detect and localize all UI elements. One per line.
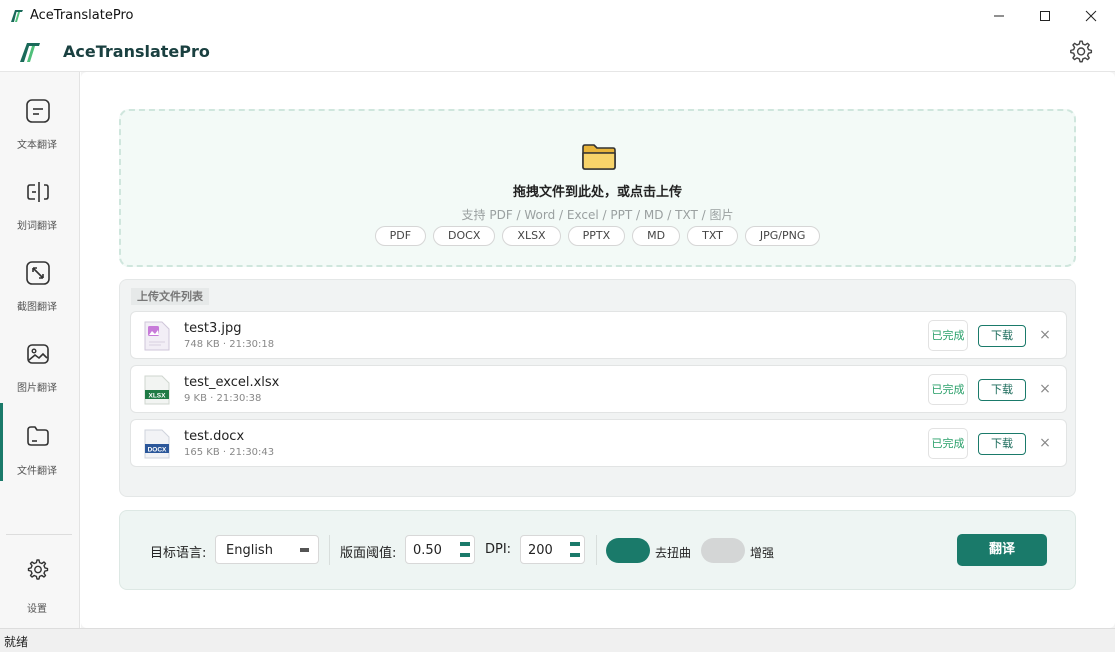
target-lang-label: 目标语言: bbox=[150, 546, 207, 561]
file-row: DOCX test.docx 165 KB · 21:30:43 已完成 下载 … bbox=[130, 419, 1067, 467]
maximize-button[interactable] bbox=[1022, 0, 1068, 32]
format-chip: MD bbox=[632, 226, 681, 246]
folder-icon bbox=[27, 426, 49, 446]
file-row: test3.jpg 748 KB · 21:30:18 已完成 下载 × bbox=[130, 311, 1067, 359]
sidebar: 文本翻译 划词翻译 截图翻译 图片翻译 文件翻译 设置 bbox=[0, 72, 80, 628]
minimize-button[interactable] bbox=[976, 0, 1022, 32]
threshold-label: 版面阈值: bbox=[340, 546, 397, 561]
sidebar-item-label: 截图翻译 bbox=[17, 302, 57, 313]
file-meta: 165 KB · 21:30:43 bbox=[184, 447, 275, 458]
status-bar: 就绪 bbox=[0, 628, 1115, 652]
target-lang-select[interactable]: English bbox=[215, 535, 319, 564]
app-logo-icon bbox=[11, 10, 23, 22]
sidebar-divider bbox=[6, 534, 72, 535]
maximize-icon bbox=[1040, 11, 1050, 21]
minimize-icon bbox=[994, 15, 1004, 17]
dropzone-title: 拖拽文件到此处，或点击上传 bbox=[512, 185, 682, 200]
window-title: AceTranslatePro bbox=[30, 8, 134, 23]
remove-file-button[interactable]: × bbox=[1037, 378, 1053, 400]
dropzone-subtitle: 支持 PDF / Word / Excel / PPT / MD / TXT /… bbox=[461, 208, 734, 222]
app-title: AceTranslatePro bbox=[63, 42, 210, 61]
divider bbox=[596, 535, 597, 565]
format-chip: TXT bbox=[687, 226, 738, 246]
status-badge: 已完成 bbox=[928, 320, 968, 351]
upload-dropzone[interactable]: 拖拽文件到此处，或点击上传 支持 PDF / Word / Excel / PP… bbox=[119, 109, 1076, 267]
status-badge: 已完成 bbox=[928, 428, 968, 459]
target-lang-value: English bbox=[226, 543, 273, 558]
xlsx-file-icon: XLSX bbox=[144, 375, 170, 405]
remove-file-button[interactable]: × bbox=[1037, 432, 1053, 454]
options-bar: 目标语言: English 版面阈值: 0.50 DPI: 200 去扭曲 增强… bbox=[119, 510, 1076, 590]
file-name: test3.jpg bbox=[184, 321, 242, 336]
app-logo-icon bbox=[20, 43, 40, 62]
text-cursor-icon bbox=[27, 182, 49, 202]
dpi-spinbox[interactable]: 200 bbox=[520, 535, 585, 564]
xlsx-tag-text: XLSX bbox=[149, 393, 167, 400]
download-button[interactable]: 下载 bbox=[978, 379, 1026, 401]
threshold-value: 0.50 bbox=[413, 543, 442, 558]
title-bar: AceTranslatePro bbox=[0, 0, 1115, 32]
file-list-title: 上传文件列表 bbox=[131, 288, 209, 305]
download-button[interactable]: 下载 bbox=[978, 433, 1026, 455]
file-name: test.docx bbox=[184, 429, 245, 444]
folder-icon bbox=[582, 144, 616, 170]
sidebar-item-file-translate[interactable]: 文件翻译 bbox=[0, 403, 80, 481]
enhance-toggle[interactable] bbox=[701, 538, 745, 563]
format-chips: PDF DOCX XLSX PPTX MD TXT JPG/PNG bbox=[121, 226, 1074, 246]
image-icon bbox=[27, 344, 49, 364]
translate-button[interactable]: 翻译 bbox=[957, 534, 1047, 566]
file-meta: 748 KB · 21:30:18 bbox=[184, 339, 275, 350]
sidebar-settings-label: 设置 bbox=[27, 604, 47, 615]
close-window-button[interactable] bbox=[1068, 0, 1114, 32]
docx-tag-text: DOCX bbox=[148, 447, 167, 454]
divider bbox=[329, 535, 330, 565]
text-doc-icon bbox=[26, 99, 50, 123]
format-chip: JPG/PNG bbox=[744, 226, 821, 246]
sidebar-item-label: 划词翻译 bbox=[17, 221, 57, 232]
dpi-value: 200 bbox=[528, 543, 553, 558]
deskew-toggle[interactable] bbox=[606, 538, 650, 563]
threshold-spinbox[interactable]: 0.50 bbox=[405, 535, 475, 564]
sidebar-item-label: 图片翻译 bbox=[17, 383, 57, 394]
sidebar-item-label: 文本翻译 bbox=[17, 140, 57, 151]
file-translate-panel: 拖拽文件到此处，或点击上传 支持 PDF / Word / Excel / PP… bbox=[81, 72, 1115, 628]
format-chip: XLSX bbox=[502, 226, 561, 246]
spinbox-stepper-icon[interactable] bbox=[460, 540, 470, 560]
format-chip: PPTX bbox=[567, 226, 626, 246]
app-header: AceTranslatePro bbox=[0, 32, 1115, 72]
close-icon bbox=[1085, 10, 1097, 22]
gear-icon bbox=[27, 559, 49, 580]
file-list: 上传文件列表 test3.jpg 748 KB · 21:30:18 已完成 下… bbox=[119, 279, 1076, 497]
download-button[interactable]: 下载 bbox=[978, 325, 1026, 347]
sidebar-item-settings[interactable]: 设置 bbox=[0, 550, 80, 626]
main-area: 拖拽文件到此处，或点击上传 支持 PDF / Word / Excel / PP… bbox=[81, 72, 1115, 628]
screenshot-expand-icon bbox=[26, 261, 50, 285]
format-chip: DOCX bbox=[433, 226, 496, 246]
dpi-label: DPI: bbox=[485, 542, 512, 557]
image-file-icon bbox=[144, 321, 170, 351]
remove-file-button[interactable]: × bbox=[1037, 324, 1053, 346]
enhance-label: 增强 bbox=[750, 546, 775, 560]
sidebar-item-image-translate[interactable]: 图片翻译 bbox=[0, 327, 80, 403]
sidebar-item-label: 文件翻译 bbox=[17, 466, 57, 477]
deskew-label: 去扭曲 bbox=[655, 546, 692, 560]
sidebar-item-screenshot-translate[interactable]: 截图翻译 bbox=[0, 246, 80, 322]
sidebar-item-word-translate[interactable]: 划词翻译 bbox=[0, 165, 80, 241]
file-row: XLSX test_excel.xlsx 9 KB · 21:30:38 已完成… bbox=[130, 365, 1067, 413]
file-meta: 9 KB · 21:30:38 bbox=[184, 393, 262, 404]
file-name: test_excel.xlsx bbox=[184, 375, 280, 390]
status-text: 就绪 bbox=[4, 635, 29, 649]
dropdown-grip-icon bbox=[300, 548, 309, 552]
spinbox-stepper-icon[interactable] bbox=[570, 540, 580, 560]
docx-file-icon: DOCX bbox=[144, 429, 170, 459]
status-badge: 已完成 bbox=[928, 374, 968, 405]
sidebar-item-text-translate[interactable]: 文本翻译 bbox=[0, 84, 80, 160]
gear-icon[interactable] bbox=[1067, 39, 1093, 65]
format-chip: PDF bbox=[374, 226, 427, 246]
